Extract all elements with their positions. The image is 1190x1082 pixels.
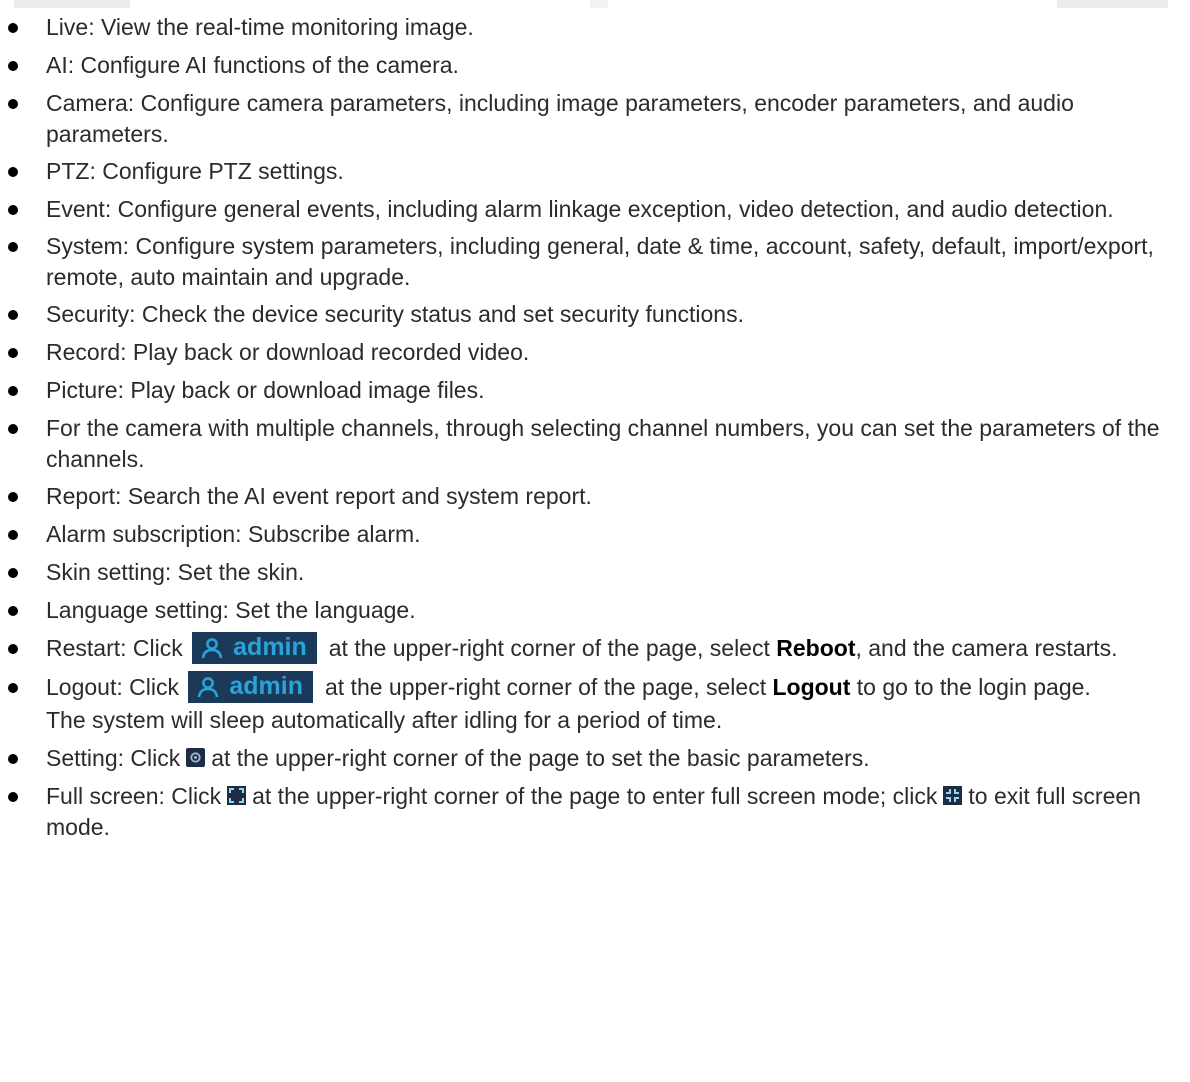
list-item-setting: Setting: Click at the upper-right corner …	[0, 743, 1190, 774]
list-item: Report: Search the AI event report and s…	[0, 481, 1190, 512]
list-item: Alarm subscription: Subscribe alarm.	[0, 519, 1190, 550]
list-item-logout: Logout: Click admin at the upper-right co…	[0, 670, 1190, 736]
logout-suffix: to go to the login page.	[856, 673, 1091, 700]
bullet	[8, 791, 18, 802]
list-item: AI: Configure AI functions of the camera…	[0, 50, 1190, 81]
item-text: For the camera with multiple channels, t…	[46, 415, 1160, 472]
item-text: Skin setting: Set the skin.	[46, 559, 305, 585]
bullet	[8, 205, 18, 215]
item-text: Picture: Play back or download image fil…	[46, 377, 485, 403]
cropped-top-strip-center	[590, 0, 608, 8]
item-text: AI: Configure AI functions of the camera…	[46, 52, 459, 78]
setting-prefix: Setting: Click	[46, 744, 181, 771]
item-text: Alarm subscription: Subscribe alarm.	[46, 521, 421, 547]
admin-button-label: admin	[233, 633, 307, 662]
bullet	[8, 310, 18, 320]
list-item: Record: Play back or download recorded v…	[0, 337, 1190, 368]
bullet	[8, 242, 18, 252]
item-text: PTZ: Configure PTZ settings.	[46, 158, 344, 184]
restart-middle: at the upper-right corner of the page, s…	[328, 635, 770, 661]
item-text: Live: View the real-time monitoring imag…	[46, 14, 474, 40]
admin-user-button: admin	[188, 670, 313, 703]
list-item: Live: View the real-time monitoring imag…	[0, 12, 1190, 43]
feature-list: Live: View the real-time monitoring imag…	[0, 12, 1190, 849]
list-item: System: Configure system parameters, inc…	[0, 231, 1190, 293]
bullet	[8, 606, 18, 616]
setting-suffix: at the upper-right corner of the page to…	[211, 744, 870, 771]
logout-note: The system will sleep automatically afte…	[46, 706, 723, 733]
item-text: Report: Search the AI event report and s…	[46, 483, 592, 509]
bullet	[8, 568, 18, 578]
list-item: Skin setting: Set the skin.	[0, 557, 1190, 588]
bullet	[8, 682, 18, 693]
bullet	[8, 61, 18, 71]
list-item: Event: Configure general events, includi…	[0, 194, 1190, 225]
bullet	[8, 753, 18, 764]
list-item: Camera: Configure camera parameters, inc…	[0, 88, 1190, 150]
logout-middle: at the upper-right corner of the page, s…	[324, 673, 767, 700]
gear-icon	[186, 748, 206, 768]
item-text: Event: Configure general events, includi…	[46, 196, 1114, 222]
bullet	[8, 492, 18, 502]
bullet	[8, 348, 18, 358]
cropped-top-strip-left	[14, 0, 130, 8]
admin-button-label: admin	[229, 672, 303, 701]
bullet	[8, 424, 18, 434]
exit-fullscreen-icon	[943, 786, 963, 806]
fullscreen-middle: at the upper-right corner of the page to…	[252, 782, 938, 809]
user-icon	[198, 676, 219, 698]
list-item: Picture: Play back or download image fil…	[0, 375, 1190, 406]
user-icon	[201, 638, 223, 659]
fullscreen-prefix: Full screen: Click	[46, 782, 222, 809]
list-item: PTZ: Configure PTZ settings.	[0, 156, 1190, 187]
restart-suffix: , and the camera restarts.	[855, 635, 1118, 661]
list-item-restart: Restart: Click admin at the upper-right c…	[0, 631, 1190, 666]
list-item: Security: Check the device security stat…	[0, 299, 1190, 330]
bullet	[8, 644, 18, 654]
enter-fullscreen-icon	[227, 786, 247, 806]
reboot-label: Reboot	[776, 635, 856, 661]
bullet	[8, 530, 18, 540]
cropped-top-strip-right	[1057, 0, 1168, 8]
item-text: Security: Check the device security stat…	[46, 301, 744, 327]
list-item-fullscreen: Full screen: Click at the upper-right cor…	[0, 781, 1190, 843]
restart-prefix: Restart: Click	[46, 635, 183, 661]
item-text: Camera: Configure camera parameters, inc…	[46, 90, 1074, 147]
list-item: Language setting: Set the language.	[0, 595, 1190, 626]
admin-user-button: admin	[192, 631, 317, 664]
logout-label: Logout	[772, 673, 851, 700]
bullet	[8, 23, 18, 33]
item-text: Record: Play back or download recorded v…	[46, 339, 530, 365]
item-text: System: Configure system parameters, inc…	[46, 233, 1154, 290]
logout-prefix: Logout: Click	[46, 673, 179, 700]
bullet	[8, 386, 18, 396]
item-text: Language setting: Set the language.	[46, 597, 416, 623]
bullet	[8, 99, 18, 109]
list-item: For the camera with multiple channels, t…	[0, 413, 1190, 475]
bullet	[8, 167, 18, 177]
